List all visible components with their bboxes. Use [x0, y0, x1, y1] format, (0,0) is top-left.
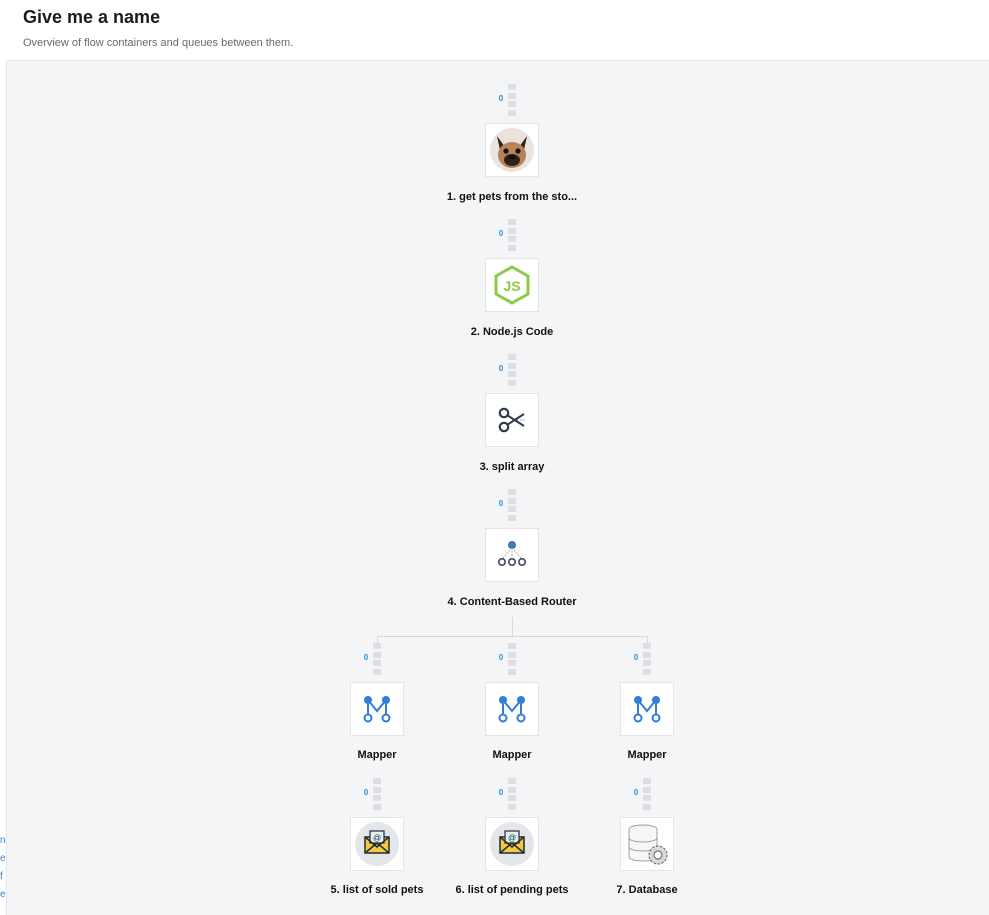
page-header: Give me a name Overview of flow containe… — [6, 0, 989, 61]
queue-indicator[interactable] — [373, 778, 381, 810]
flow-step-label: 7. Database — [616, 884, 678, 896]
mapper-icon — [633, 696, 661, 723]
nodejs-icon: JS — [494, 265, 530, 305]
queue-indicator[interactable] — [643, 778, 651, 810]
truncated-text: f — [0, 871, 3, 882]
flow-step-content-router[interactable] — [485, 528, 539, 582]
svg-text:@: @ — [508, 834, 516, 843]
branch-connector — [512, 617, 513, 637]
mapper-icon — [498, 696, 526, 723]
page-title: Give me a name — [23, 7, 161, 27]
flow-step-split-array[interactable] — [485, 393, 539, 447]
branch-connector — [377, 636, 648, 637]
flow-step-list-sold-pets[interactable]: @ — [350, 817, 404, 871]
flow-step-nodejs-code[interactable]: JS — [485, 258, 539, 312]
flow-step-label: 1. get pets from the sto... — [446, 191, 578, 203]
flow-step-database[interactable] — [620, 817, 674, 871]
truncated-text: e — [0, 853, 6, 864]
queue-indicator[interactable] — [508, 643, 516, 675]
flow-step-label: 4. Content-Based Router — [447, 596, 577, 608]
flow-step-get-pets[interactable] — [485, 123, 539, 177]
email-icon: @ — [355, 822, 399, 866]
router-icon — [497, 541, 526, 566]
queue-indicator[interactable] — [508, 778, 516, 810]
flow-step-label: Mapper — [627, 749, 667, 761]
email-icon: @ — [490, 822, 534, 866]
flow-step-label: 3. split array — [479, 461, 545, 473]
flow-step-mapper[interactable] — [620, 682, 674, 736]
queue-indicator[interactable] — [643, 643, 651, 675]
flow-step-mapper[interactable] — [350, 682, 404, 736]
mapper-icon — [363, 696, 391, 723]
truncated-text: n — [0, 835, 6, 846]
flow-step-mapper[interactable] — [485, 682, 539, 736]
svg-text:@: @ — [373, 834, 381, 843]
queue-indicator[interactable] — [508, 489, 516, 521]
svg-text:JS: JS — [503, 278, 520, 294]
scissors-icon — [498, 407, 525, 433]
page-subtitle: Overview of flow containers and queues b… — [23, 37, 294, 49]
queue-indicator[interactable] — [508, 84, 516, 116]
flow-step-list-pending-pets[interactable]: @ — [485, 817, 539, 871]
database-icon — [628, 824, 668, 865]
queue-indicator[interactable] — [508, 354, 516, 386]
flow-step-label: 2. Node.js Code — [470, 326, 554, 338]
flow-canvas: 0 1. get pets from the sto... 0 JS 2. No… — [6, 61, 989, 915]
queue-indicator[interactable] — [508, 219, 516, 251]
dog-photo-icon — [490, 128, 534, 172]
truncated-text: e — [0, 889, 6, 900]
queue-indicator[interactable] — [373, 643, 381, 675]
